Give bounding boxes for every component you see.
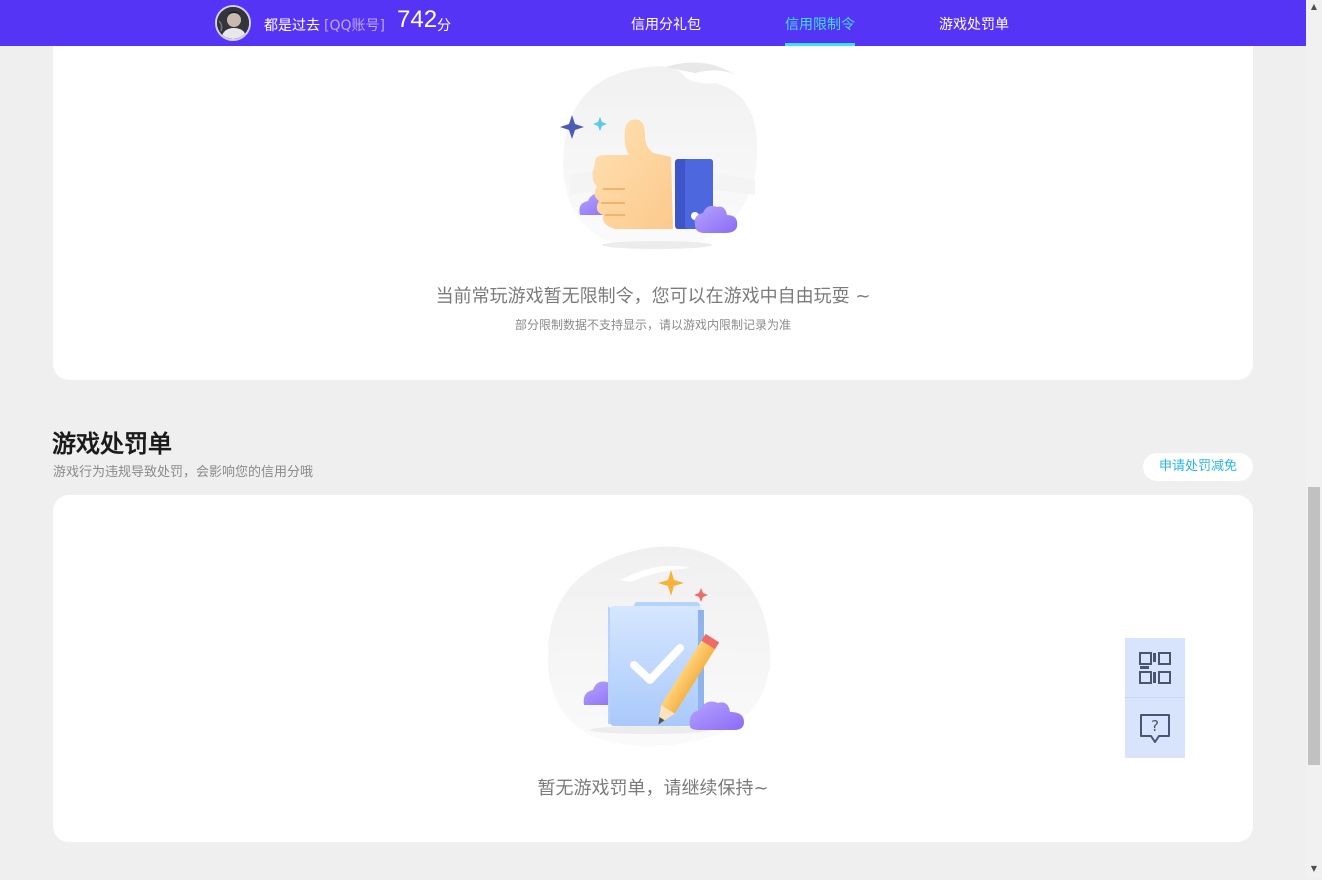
footer-text-clipped [405, 870, 905, 880]
user-name: 都是过去 [264, 18, 320, 34]
avatar[interactable] [215, 5, 251, 41]
thumbs-up-illustration [560, 62, 758, 250]
section-subtitle-penalty: 游戏行为违规导致处罚，会影响您的信用分哦 [53, 465, 314, 480]
apply-penalty-reduction-button[interactable]: 申请处罚减免 [1143, 453, 1253, 481]
scroll-up-arrow[interactable]: ▲ [1306, 0, 1322, 14]
tab-game-penalty[interactable]: 游戏处罚单 [939, 14, 1009, 34]
scroll-down-arrow[interactable]: ▼ [1306, 862, 1322, 876]
top-nav-bar: 都是过去 [QQ账号] 742 分 信用分礼包 信用限制令 游戏处罚单 [0, 0, 1306, 46]
help-chat-icon: ? [1140, 714, 1170, 743]
avatar-image [217, 7, 249, 39]
restriction-data-note: 部分限制数据不支持显示，请以游戏内限制记录为准 [514, 318, 791, 332]
tab-credit-gift[interactable]: 信用分礼包 [631, 14, 701, 34]
qr-code-button[interactable] [1125, 638, 1185, 698]
active-tab-indicator [785, 43, 855, 46]
tab-credit-restriction[interactable]: 信用限制令 [785, 14, 855, 34]
credit-score-unit: 分 [437, 18, 451, 34]
restriction-empty-message: 当前常玩游戏暂无限制令，您可以在游戏中自由玩耍 ~ [435, 286, 871, 307]
account-type-label: [QQ账号] [324, 18, 385, 34]
credit-score-value: 742 [397, 6, 438, 33]
help-feedback-button[interactable]: ? [1125, 698, 1185, 758]
svg-text:?: ? [1151, 717, 1159, 735]
section-title-penalty: 游戏处罚单 [52, 430, 172, 458]
document-check-illustration [547, 546, 771, 747]
penalty-empty-message: 暂无游戏罚单，请继续保持~ [537, 778, 769, 799]
qr-code-icon [1139, 651, 1171, 684]
scrollbar-thumb[interactable] [1308, 487, 1320, 765]
